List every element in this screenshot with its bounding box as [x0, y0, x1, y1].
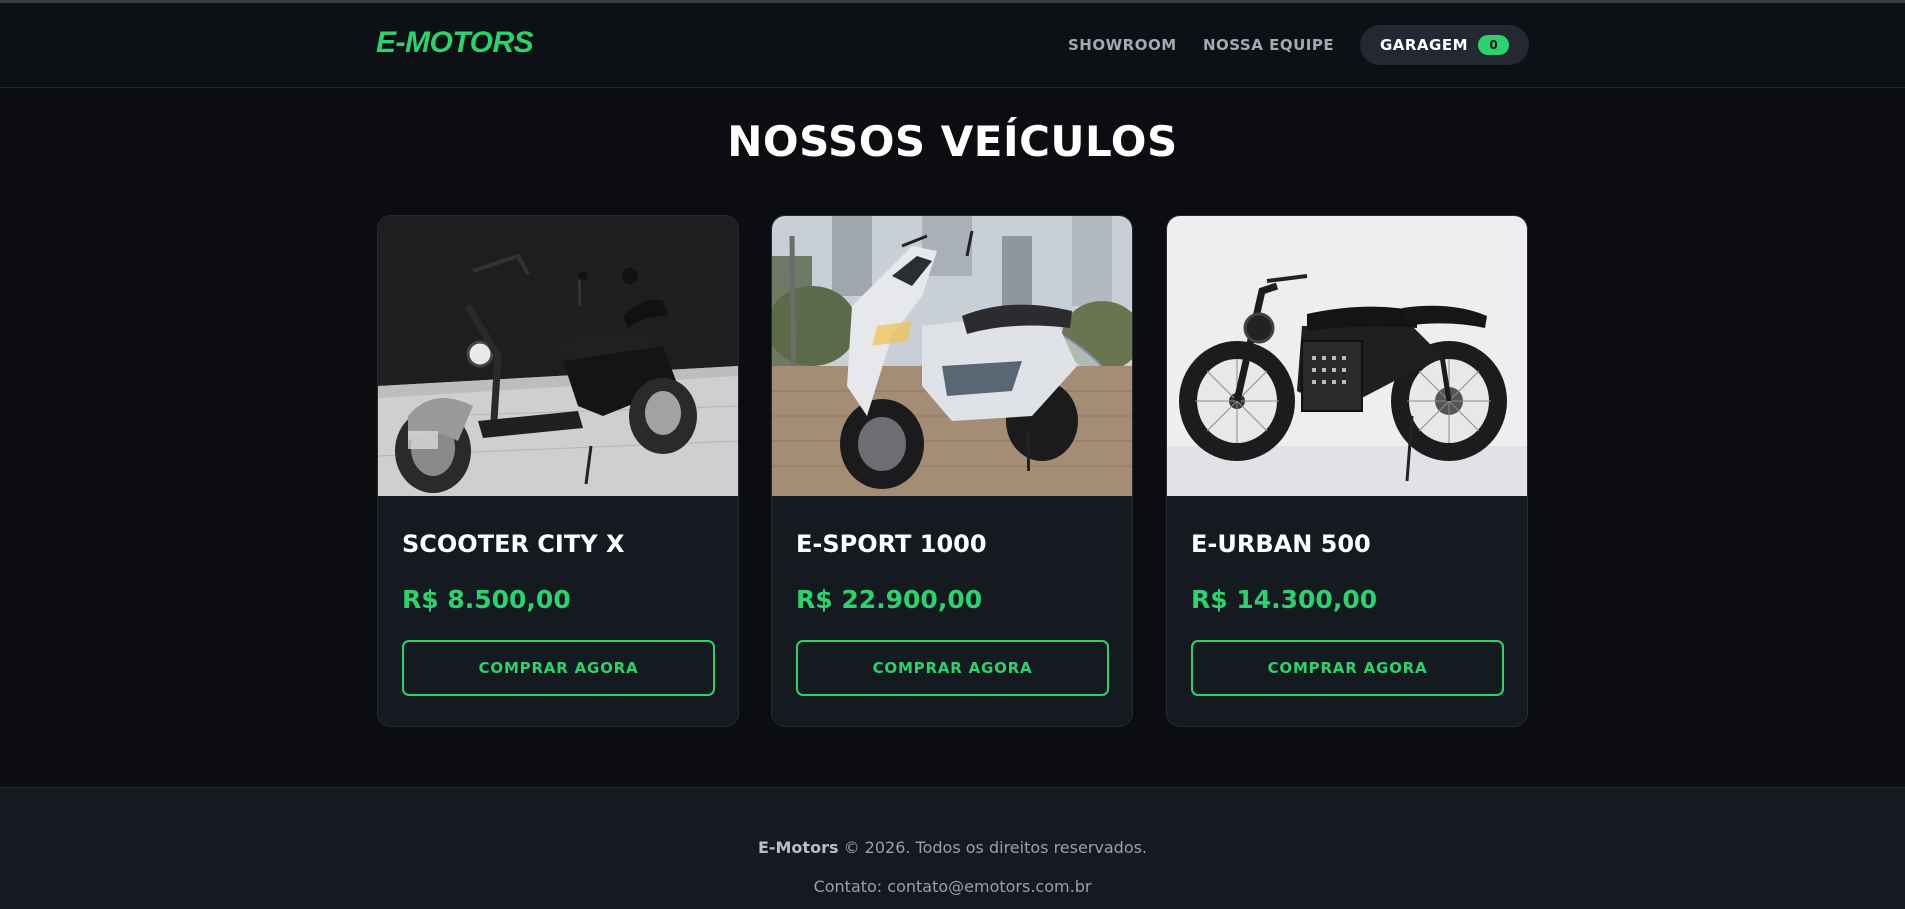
buy-now-button[interactable]: COMPRAR AGORA [1191, 640, 1504, 696]
buy-now-button[interactable]: COMPRAR AGORA [796, 640, 1109, 696]
footer-contact[interactable]: Contato: contato@emotors.com.br [0, 877, 1905, 896]
product-name: E-URBAN 500 [1191, 530, 1371, 558]
product-name: SCOOTER CITY X [402, 530, 625, 558]
product-price: R$ 8.500,00 [402, 585, 571, 614]
scooter-photo [378, 216, 738, 496]
buy-now-button[interactable]: COMPRAR AGORA [402, 640, 715, 696]
product-card: E-SPORT 1000 R$ 22.900,00 COMPRAR AGORA [771, 215, 1133, 727]
product-card: SCOOTER CITY X R$ 8.500,00 COMPRAR AGORA [377, 215, 739, 727]
page-title: NOSSOS VEÍCULOS [727, 117, 1178, 166]
garage-count-badge: 0 [1478, 35, 1510, 55]
site-header: E-MOTORS SHOWROOM NOSSA EQUIPE GARAGEM 0 [0, 3, 1905, 88]
urban-ebike-photo [1167, 216, 1527, 496]
brand-logo[interactable]: E-MOTORS [376, 26, 534, 60]
site-footer: E-Motors © 2026. Todos os direitos reser… [0, 787, 1905, 909]
nav-link-nossa-equipe[interactable]: NOSSA EQUIPE [1203, 36, 1334, 54]
garage-button[interactable]: GARAGEM 0 [1360, 25, 1529, 65]
product-card: E-URBAN 500 R$ 14.300,00 COMPRAR AGORA [1166, 215, 1528, 727]
sport-scooter-photo [772, 216, 1132, 496]
nav-link-showroom[interactable]: SHOWROOM [1068, 36, 1177, 54]
footer-brand: E-Motors [757, 838, 839, 857]
product-name: E-SPORT 1000 [796, 530, 987, 558]
product-price: R$ 22.900,00 [796, 585, 983, 614]
product-price: R$ 14.300,00 [1191, 585, 1378, 614]
garage-label: GARAGEM [1379, 36, 1469, 54]
footer-copyright-line: E-Motors © 2026. Todos os direitos reser… [0, 838, 1905, 857]
footer-copyright: © 2026. Todos os direitos reservados. [843, 838, 1148, 857]
